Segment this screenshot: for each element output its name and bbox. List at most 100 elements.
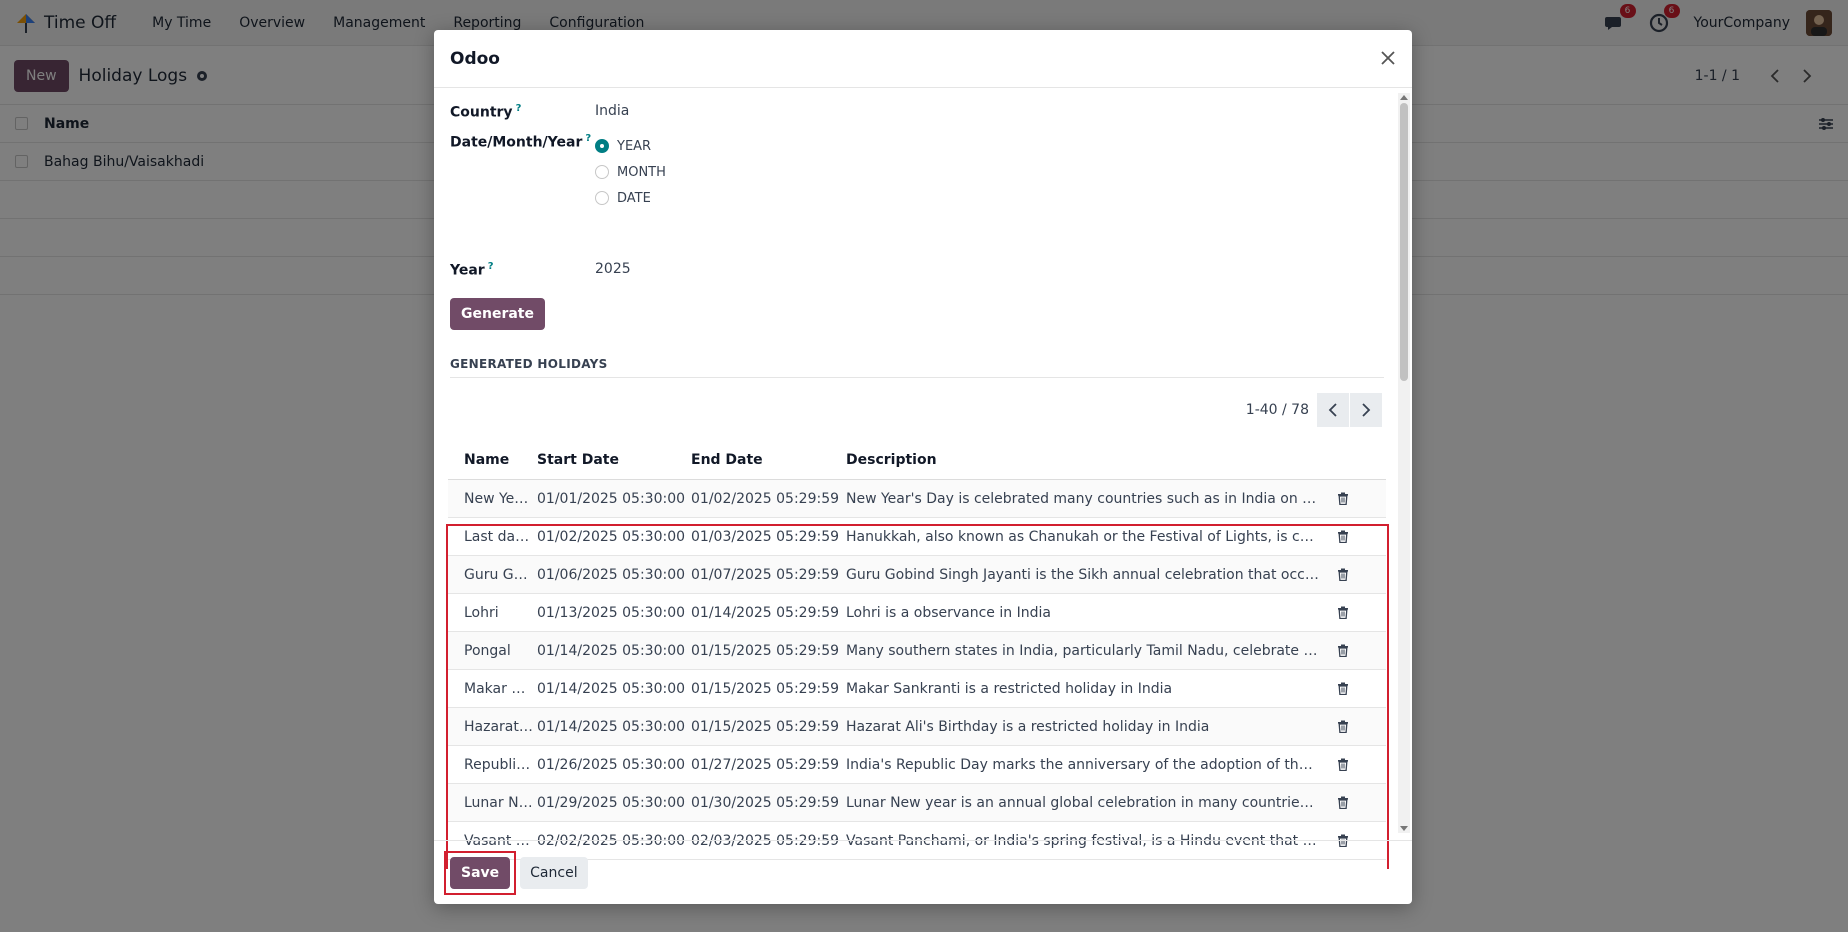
chevron-right-icon — [1362, 403, 1371, 417]
table-row[interactable]: Guru Govi...01/06/2025 05:30:0001/07/202… — [448, 556, 1386, 594]
trash-icon[interactable] — [1328, 796, 1358, 809]
country-label: Country? — [450, 103, 595, 121]
scroll-thumb[interactable] — [1400, 103, 1408, 381]
end-date-cell[interactable]: 01/03/2025 05:29:59 — [691, 529, 846, 545]
radio-year[interactable]: YEAR — [595, 133, 666, 159]
table-row[interactable]: Republic ... 01/26/2025 05:30:00 01/27/202… — [448, 746, 1386, 784]
end-date-cell[interactable]: 01/02/2025 05:29:59 — [691, 491, 846, 507]
generate-button[interactable]: Generate — [450, 298, 545, 330]
start-date-cell[interactable]: 01/14/2025 05:30:00 — [537, 643, 691, 659]
table-header-row: Name Start Date End Date Description — [448, 440, 1386, 480]
start-date-cell[interactable]: 01/14/2025 05:30:00 — [537, 681, 691, 697]
save-button[interactable]: Save — [450, 856, 511, 889]
column-header-end-date[interactable]: End Date — [691, 452, 846, 468]
start-date-cell[interactable]: 01/06/2025 05:30:00 — [537, 567, 691, 583]
trash-icon[interactable] — [1328, 682, 1358, 695]
column-header-description[interactable]: Description — [846, 452, 1328, 468]
holiday-name-cell[interactable]: Lohri — [448, 605, 537, 621]
end-date-cell[interactable]: 01/14/2025 05:29:59 — [691, 605, 846, 621]
period-label: Date/Month/Year? — [450, 133, 595, 151]
holiday-name-cell[interactable]: Guru Govi... — [448, 567, 537, 583]
radio-selected-icon[interactable] — [595, 139, 609, 153]
period-field: Date/Month/Year? YEAR MONTH DATE — [450, 133, 666, 211]
end-date-cell[interactable]: 01/07/2025 05:29:59 — [691, 567, 846, 583]
pager-prev-button[interactable] — [1317, 393, 1349, 427]
year-value[interactable]: 2025 — [595, 261, 631, 277]
start-date-cell[interactable]: 01/02/2025 05:30:00 — [537, 529, 691, 545]
trash-icon[interactable] — [1328, 644, 1358, 657]
table-row[interactable]: Lohri 01/13/2025 05:30:00 01/14/2025 05:29… — [448, 594, 1386, 632]
radio-month[interactable]: MONTH — [595, 159, 666, 185]
radio-month-label[interactable]: MONTH — [617, 165, 666, 180]
country-value[interactable]: India — [595, 103, 629, 119]
holiday-name-cell[interactable]: Republic ... — [448, 757, 537, 773]
end-date-cell[interactable]: 01/30/2025 05:29:59 — [691, 795, 846, 811]
end-date-cell[interactable]: 01/15/2025 05:29:59 — [691, 643, 846, 659]
holidays-pager-value[interactable]: 1-40 / 78 — [1246, 402, 1309, 418]
dialog-body: Country? India Date/Month/Year? YEAR MON… — [434, 89, 1412, 869]
start-date-cell[interactable]: 01/14/2025 05:30:00 — [537, 719, 691, 735]
period-label-text: Date/Month/Year — [450, 134, 583, 151]
help-tooltip-icon[interactable]: ? — [488, 261, 494, 272]
scroll-down-arrow-icon[interactable] — [1400, 826, 1408, 831]
pager-next-button[interactable] — [1350, 393, 1382, 427]
column-header-name[interactable]: Name — [448, 452, 537, 468]
help-tooltip-icon[interactable]: ? — [585, 133, 591, 144]
radio-date[interactable]: DATE — [595, 185, 666, 211]
table-body: New Year'...01/01/2025 05:30:0001/02/202… — [448, 480, 1386, 860]
end-date-cell[interactable]: 01/15/2025 05:29:59 — [691, 719, 846, 735]
holiday-name-cell[interactable]: Last day o... — [448, 529, 537, 545]
radio-empty-icon[interactable] — [595, 165, 609, 179]
description-cell[interactable]: Many southern states in India, particula… — [846, 643, 1328, 659]
start-date-cell[interactable]: 01/26/2025 05:30:00 — [537, 757, 691, 773]
year-label: Year? — [450, 261, 595, 279]
description-cell[interactable]: New Year's Day is celebrated many countr… — [846, 491, 1328, 507]
trash-icon[interactable] — [1328, 530, 1358, 543]
trash-icon[interactable] — [1328, 492, 1358, 505]
cancel-button[interactable]: Cancel — [520, 856, 588, 889]
description-cell[interactable]: India's Republic Day marks the anniversa… — [846, 757, 1328, 773]
table-row[interactable]: New Year'...01/01/2025 05:30:0001/02/202… — [448, 480, 1386, 518]
section-generated-holidays: GENERATED HOLIDAYS — [450, 357, 1384, 378]
end-date-cell[interactable]: 01/15/2025 05:29:59 — [691, 681, 846, 697]
holiday-name-cell[interactable]: Lunar Ne... — [448, 795, 537, 811]
start-date-cell[interactable]: 01/29/2025 05:30:00 — [537, 795, 691, 811]
holiday-name-cell[interactable]: Makar San... — [448, 681, 537, 697]
trash-icon[interactable] — [1328, 758, 1358, 771]
column-header-start-date[interactable]: Start Date — [537, 452, 691, 468]
description-cell[interactable]: Lohri is a observance in India — [846, 605, 1328, 621]
holiday-name-cell[interactable]: Pongal — [448, 643, 537, 659]
scroll-up-arrow-icon[interactable] — [1400, 95, 1408, 100]
dialog-title: Odoo — [450, 48, 500, 69]
generate-holidays-dialog: Odoo Country? India Date/Month/Year? YEA… — [434, 30, 1412, 904]
table-row[interactable]: Pongal 01/14/2025 05:30:00 01/15/2025 05:2… — [448, 632, 1386, 670]
description-cell[interactable]: Hazarat Ali's Birthday is a restricted h… — [846, 719, 1328, 735]
table-row[interactable]: Makar San...01/14/2025 05:30:0001/15/202… — [448, 670, 1386, 708]
description-cell[interactable]: Hanukkah, also known as Chanukah or the … — [846, 529, 1328, 545]
dialog-scrollbar[interactable] — [1398, 93, 1410, 833]
trash-icon[interactable] — [1328, 606, 1358, 619]
help-tooltip-icon[interactable]: ? — [516, 103, 522, 114]
description-cell[interactable]: Makar Sankranti is a restricted holiday … — [846, 681, 1328, 697]
table-row[interactable]: Last day o...01/02/2025 05:30:0001/03/20… — [448, 518, 1386, 556]
start-date-cell[interactable]: 01/01/2025 05:30:00 — [537, 491, 691, 507]
description-cell[interactable]: Guru Gobind Singh Jayanti is the Sikh an… — [846, 567, 1328, 583]
holidays-pager: 1-40 / 78 — [1246, 393, 1382, 427]
period-radio-group: YEAR MONTH DATE — [595, 133, 666, 211]
radio-year-label[interactable]: YEAR — [617, 139, 651, 154]
radio-date-label[interactable]: DATE — [617, 191, 651, 206]
trash-icon[interactable] — [1328, 568, 1358, 581]
description-cell[interactable]: Lunar New year is an annual global celeb… — [846, 795, 1328, 811]
dialog-footer: Save Cancel — [434, 840, 1412, 904]
table-row[interactable]: Lunar Ne... 01/29/2025 05:30:00 01/30/2025… — [448, 784, 1386, 822]
trash-icon[interactable] — [1328, 720, 1358, 733]
table-row[interactable]: Hazarat A...01/14/2025 05:30:0001/15/202… — [448, 708, 1386, 746]
year-label-text: Year — [450, 262, 485, 279]
start-date-cell[interactable]: 01/13/2025 05:30:00 — [537, 605, 691, 621]
chevron-left-icon — [1328, 403, 1337, 417]
end-date-cell[interactable]: 01/27/2025 05:29:59 — [691, 757, 846, 773]
close-icon[interactable] — [1378, 48, 1398, 68]
holiday-name-cell[interactable]: Hazarat A... — [448, 719, 537, 735]
radio-empty-icon[interactable] — [595, 191, 609, 205]
holiday-name-cell[interactable]: New Year'... — [448, 491, 537, 507]
